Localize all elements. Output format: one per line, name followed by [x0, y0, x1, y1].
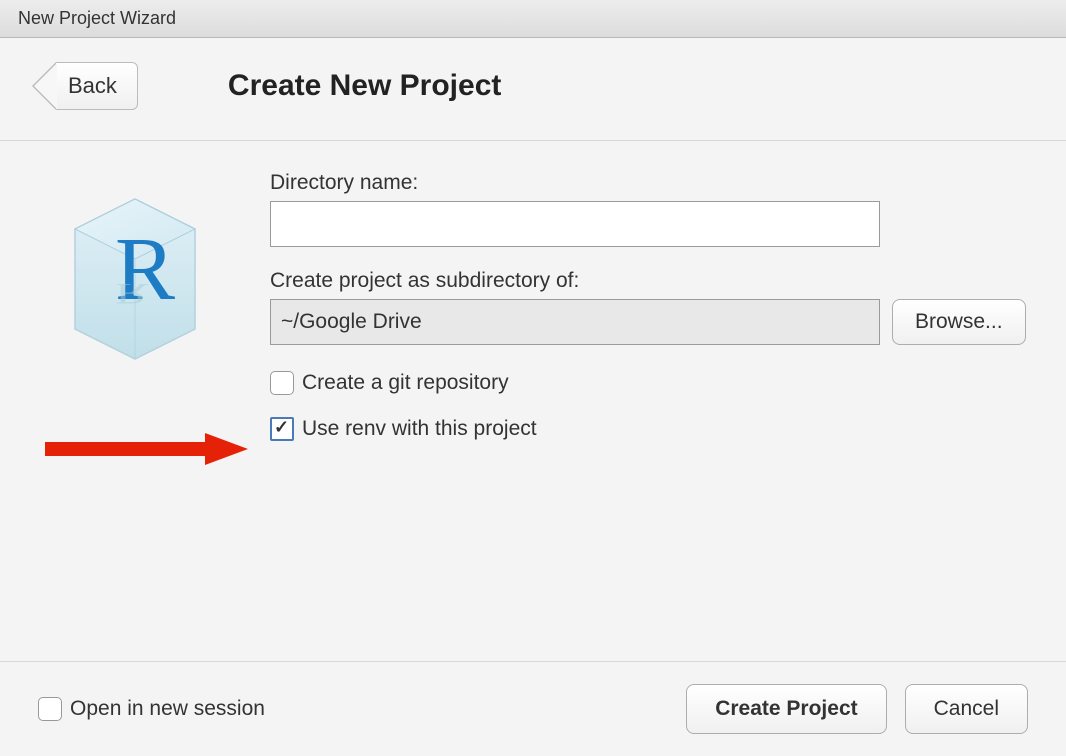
svg-text:R: R [115, 277, 149, 310]
renv-label: Use renv with this project [302, 417, 537, 441]
wizard-header: Back Create New Project [0, 38, 1066, 141]
back-button[interactable]: Back [56, 62, 138, 110]
create-project-button[interactable]: Create Project [686, 684, 886, 734]
subdirectory-label: Create project as subdirectory of: [270, 269, 1028, 293]
browse-button-label: Browse... [915, 310, 1003, 333]
wizard-title: Create New Project [228, 69, 501, 103]
open-new-session-checkbox[interactable] [38, 697, 62, 721]
subdirectory-input[interactable]: ~/Google Drive [270, 299, 880, 345]
open-new-session-label: Open in new session [70, 697, 265, 721]
git-repo-label: Create a git repository [302, 371, 509, 395]
wizard-footer: Open in new session Create Project Cance… [0, 661, 1066, 756]
footer-left: Open in new session [38, 697, 265, 721]
browse-button[interactable]: Browse... [892, 299, 1026, 345]
cancel-button[interactable]: Cancel [905, 684, 1028, 734]
footer-buttons: Create Project Cancel [686, 684, 1028, 734]
annotation-arrow-icon [30, 429, 250, 474]
git-repo-checkbox[interactable] [270, 371, 294, 395]
directory-name-label: Directory name: [270, 171, 1028, 195]
back-button-label: Back [68, 73, 117, 99]
window-title: New Project Wizard [18, 8, 176, 29]
cancel-label: Cancel [934, 697, 999, 720]
icon-column: R R [30, 171, 240, 635]
directory-name-input[interactable] [270, 201, 880, 247]
create-project-label: Create Project [715, 697, 857, 720]
subdirectory-value: ~/Google Drive [281, 310, 422, 334]
renv-checkbox[interactable] [270, 417, 294, 441]
git-repo-checkbox-row: Create a git repository [270, 371, 1028, 395]
wizard-content: R R Directory name: Create project as su… [0, 141, 1066, 635]
subdirectory-row: ~/Google Drive Browse... [270, 299, 1028, 345]
r-project-icon: R R [45, 179, 225, 379]
window-titlebar: New Project Wizard [0, 0, 1066, 38]
renv-checkbox-row: Use renv with this project [270, 417, 1028, 441]
form-column: Directory name: Create project as subdir… [270, 171, 1028, 635]
